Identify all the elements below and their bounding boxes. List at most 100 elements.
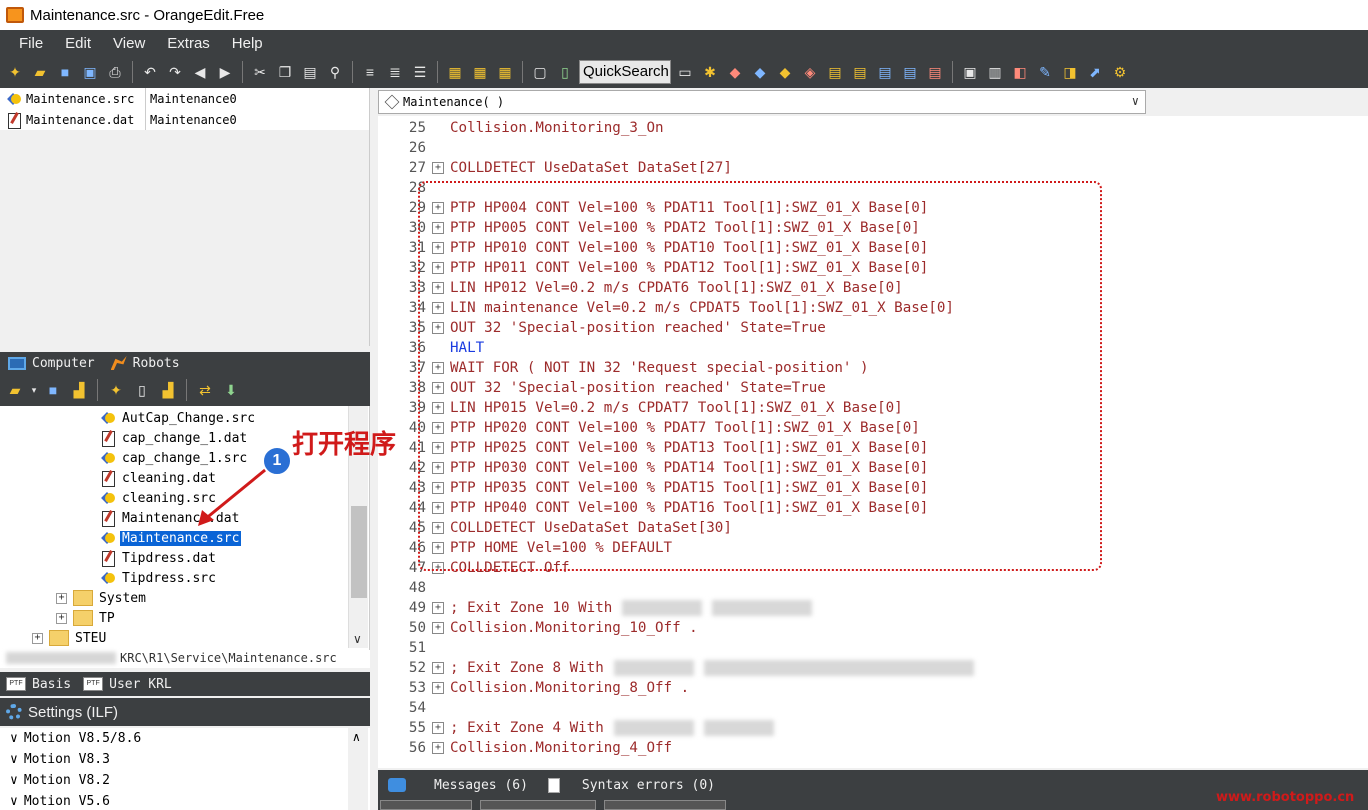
save-icon[interactable]: ■ bbox=[42, 379, 64, 401]
new-document-icon[interactable]: ▯ bbox=[131, 379, 153, 401]
tree-folder[interactable]: + STEU bbox=[32, 628, 108, 648]
expand-toggle[interactable]: + bbox=[56, 592, 67, 604]
fold-toggle-icon[interactable]: + bbox=[432, 742, 444, 754]
quicksearch-button[interactable]: QuickSearch bbox=[579, 60, 671, 84]
fold-toggle-icon[interactable]: + bbox=[432, 162, 444, 174]
code-line[interactable]: 27 + COLLDETECT UseDataSet DataSet[27] bbox=[378, 158, 1368, 178]
chevron-down-icon[interactable]: ∨ bbox=[353, 632, 362, 646]
indent-icon[interactable]: ≡ bbox=[359, 61, 381, 83]
menu-edit[interactable]: Edit bbox=[54, 33, 102, 54]
format-icon[interactable]: ▦ bbox=[444, 61, 466, 83]
fold-toggle-icon[interactable]: + bbox=[432, 622, 444, 634]
fold-toggle-icon[interactable]: + bbox=[432, 682, 444, 694]
settings-item[interactable]: ∨ Motion V5.6 bbox=[0, 791, 370, 810]
chevron-up-icon[interactable]: ∧ bbox=[352, 730, 361, 744]
checklist-icon[interactable]: ☰ bbox=[409, 61, 431, 83]
expand-toggle[interactable]: + bbox=[32, 632, 43, 644]
fold-toggle-icon[interactable]: + bbox=[432, 662, 444, 674]
code-line[interactable]: 51 bbox=[378, 638, 1368, 658]
tree-item[interactable]: cap_change_1.dat bbox=[100, 428, 249, 448]
compare-files-icon[interactable]: ⇄ bbox=[194, 379, 216, 401]
edat-icon[interactable]: ▤ bbox=[924, 61, 946, 83]
code-line[interactable]: 55 + ; Exit Zone 4 With bbox=[378, 718, 1368, 738]
format-all-icon[interactable]: ▦ bbox=[469, 61, 491, 83]
save-icon[interactable]: ■ bbox=[54, 61, 76, 83]
settings-item[interactable]: ∨ Motion V8.3 bbox=[0, 749, 370, 770]
new-file-icon[interactable]: ✦ bbox=[105, 379, 127, 401]
tree-item[interactable]: Tipdress.src bbox=[100, 568, 218, 588]
code-line[interactable]: 56 + Collision.Monitoring_4_Off bbox=[378, 738, 1368, 758]
settings-item[interactable]: ∨ Motion V8.2 bbox=[0, 770, 370, 791]
code-line[interactable]: 54 bbox=[378, 698, 1368, 718]
settings-scrollbar[interactable]: ∧ bbox=[348, 728, 368, 810]
menu-view[interactable]: View bbox=[102, 33, 156, 54]
code-line[interactable]: 25 Collision.Monitoring_3_On bbox=[378, 118, 1368, 138]
new-folder-icon[interactable]: ▟ bbox=[157, 379, 179, 401]
menu-file[interactable]: File bbox=[8, 33, 54, 54]
calculator-icon[interactable]: ▥ bbox=[984, 61, 1006, 83]
tab-basis[interactable]: PTF Basis bbox=[0, 672, 77, 696]
expand-toggle[interactable]: + bbox=[56, 612, 67, 624]
chevron-down-icon[interactable]: ∨ bbox=[1132, 94, 1139, 108]
cut-icon[interactable]: ✂ bbox=[249, 61, 271, 83]
document-icon[interactable]: ▯ bbox=[554, 61, 576, 83]
palette-icon[interactable]: ◈ bbox=[799, 61, 821, 83]
open-folder-icon[interactable]: ▰ bbox=[4, 379, 26, 401]
tree-item[interactable]: AutCap_Change.src bbox=[100, 408, 257, 428]
tab-robots[interactable]: Robots bbox=[103, 352, 188, 374]
robot-tool-icon[interactable]: ✱ bbox=[699, 61, 721, 83]
wrench-icon[interactable]: ✎ bbox=[1034, 61, 1056, 83]
frame-icon[interactable]: ▣ bbox=[959, 61, 981, 83]
tab-messages[interactable]: Messages (6) bbox=[378, 778, 538, 793]
forward-icon[interactable]: ▶ bbox=[214, 61, 236, 83]
compare-icon[interactable]: ◧ bbox=[1009, 61, 1031, 83]
open-folder-icon[interactable]: ▰ bbox=[29, 61, 51, 83]
redo-icon[interactable]: ↷ bbox=[164, 61, 186, 83]
new-file-icon[interactable]: ✦ bbox=[4, 61, 26, 83]
settings-item[interactable]: ∨ Motion V8.5/8.6 bbox=[0, 728, 370, 749]
cpdat-icon[interactable]: ▤ bbox=[874, 61, 896, 83]
code-line[interactable]: 49 + ; Exit Zone 10 With bbox=[378, 598, 1368, 618]
dropdown-arrow-icon[interactable]: ▾ bbox=[30, 379, 38, 401]
code-line[interactable]: 50 + Collision.Monitoring_10_Off . bbox=[378, 618, 1368, 638]
find-icon[interactable]: ⚲ bbox=[324, 61, 346, 83]
pdat-icon[interactable]: ▤ bbox=[824, 61, 846, 83]
code-line[interactable]: 48 bbox=[378, 578, 1368, 598]
filter-errors-tab[interactable] bbox=[380, 800, 472, 810]
tab-computer[interactable]: Computer bbox=[0, 352, 103, 374]
tree-folder[interactable]: + TP bbox=[56, 608, 117, 628]
code-line[interactable]: 26 bbox=[378, 138, 1368, 158]
format-block-icon[interactable]: ▦ bbox=[494, 61, 516, 83]
tool-icon[interactable]: ◆ bbox=[724, 61, 746, 83]
tab-syntax-errors[interactable]: Syntax errors (0) bbox=[538, 777, 725, 793]
open-file-row[interactable]: Maintenance.src Maintenance0 bbox=[0, 88, 369, 109]
undo-icon[interactable]: ↶ bbox=[139, 61, 161, 83]
print-icon[interactable]: ⎙ bbox=[104, 61, 126, 83]
bookmark-icon[interactable]: ◨ bbox=[1059, 61, 1081, 83]
tab-user-krl[interactable]: PTF User KRL bbox=[77, 672, 178, 696]
filter-warnings-tab[interactable] bbox=[480, 800, 596, 810]
fdat-icon[interactable]: ▤ bbox=[899, 61, 921, 83]
open-file-row[interactable]: Maintenance.dat Maintenance0 bbox=[0, 109, 369, 130]
download-icon[interactable]: ⬇ bbox=[220, 379, 242, 401]
tree-item-selected[interactable]: Maintenance.src bbox=[100, 528, 242, 548]
tree-item[interactable]: Tipdress.dat bbox=[100, 548, 218, 568]
filter-info-tab[interactable] bbox=[604, 800, 726, 810]
code-line[interactable]: 53 + Collision.Monitoring_8_Off . bbox=[378, 678, 1368, 698]
fold-toggle-icon[interactable]: + bbox=[432, 722, 444, 734]
comment-icon[interactable]: ≣ bbox=[384, 61, 406, 83]
window-icon[interactable]: ▢ bbox=[529, 61, 551, 83]
ptf-icon[interactable]: ▭ bbox=[674, 61, 696, 83]
back-icon[interactable]: ◀ bbox=[189, 61, 211, 83]
robot-arm-icon[interactable]: ⚙ bbox=[1109, 61, 1131, 83]
menu-extras[interactable]: Extras bbox=[156, 33, 221, 54]
ldat-icon[interactable]: ▤ bbox=[849, 61, 871, 83]
fold-toggle-icon[interactable]: + bbox=[432, 602, 444, 614]
function-selector[interactable]: Maintenance( ) ∨ bbox=[378, 90, 1146, 114]
export-icon[interactable]: ⬈ bbox=[1084, 61, 1106, 83]
code-line[interactable]: 52 + ; Exit Zone 8 With bbox=[378, 658, 1368, 678]
scrollbar-thumb[interactable] bbox=[351, 506, 367, 598]
stack-icon[interactable]: ◆ bbox=[774, 61, 796, 83]
archive-icon[interactable]: ▟ bbox=[68, 379, 90, 401]
paste-icon[interactable]: ▤ bbox=[299, 61, 321, 83]
